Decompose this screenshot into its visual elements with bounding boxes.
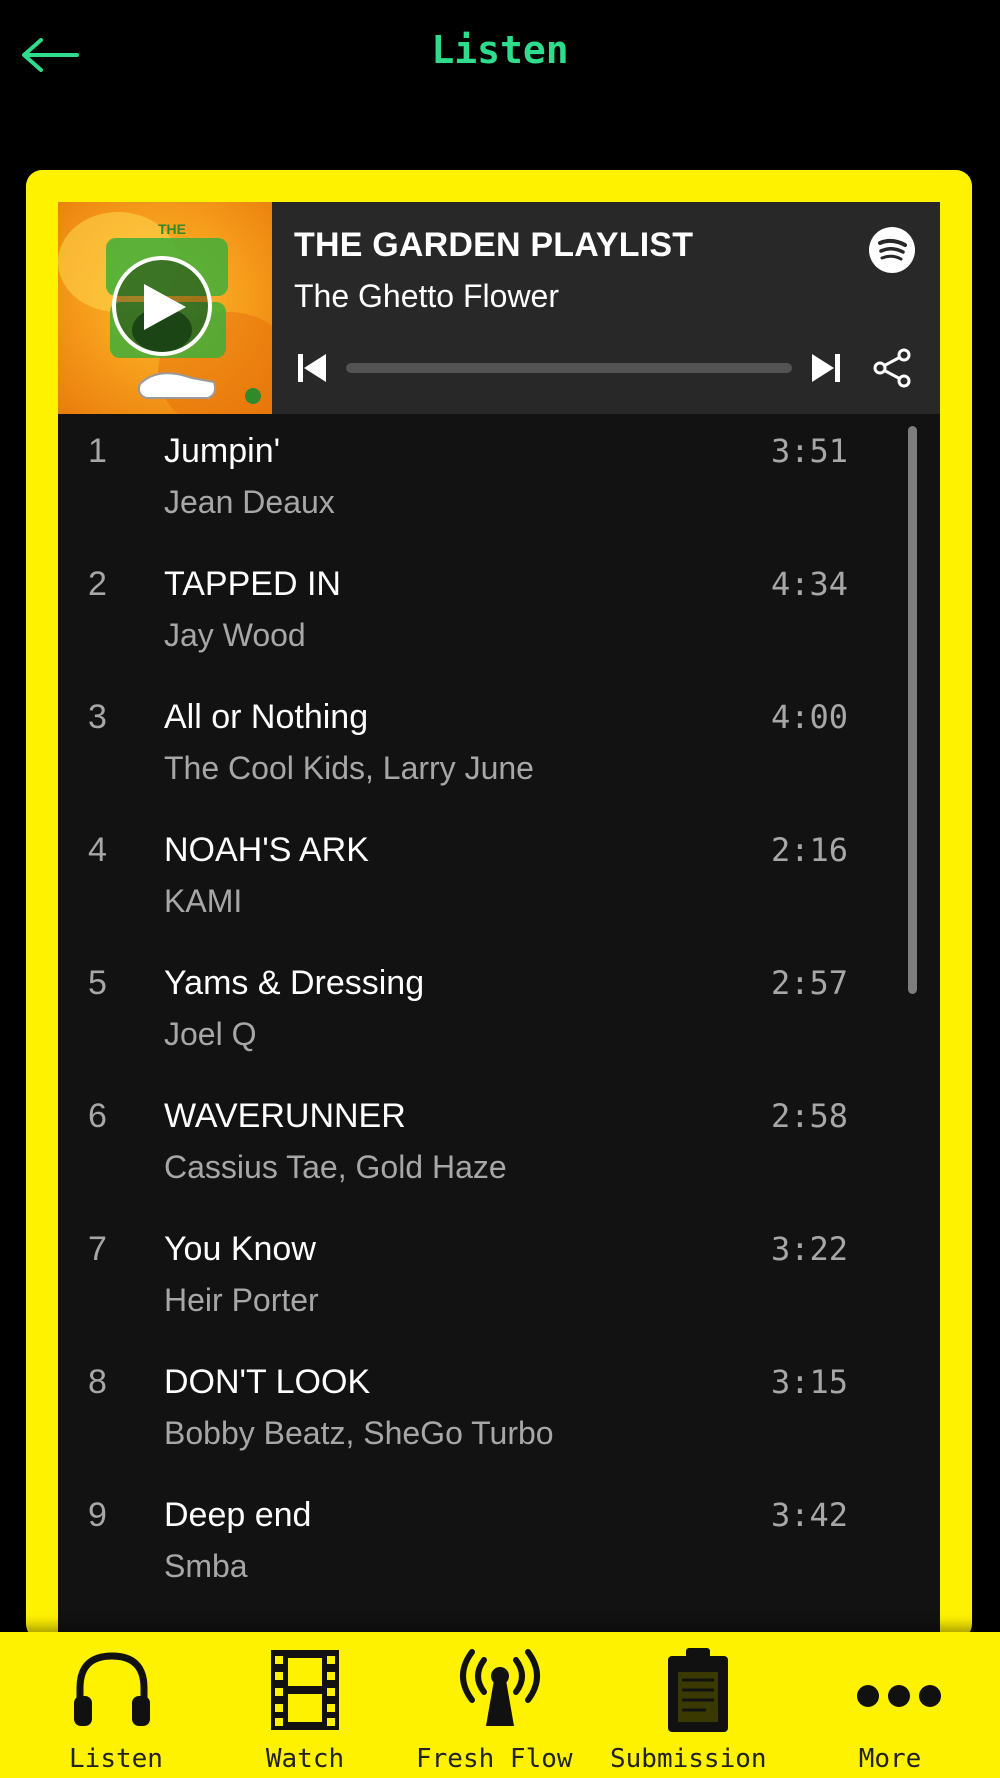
track-artist: Joel Q	[164, 1016, 257, 1052]
playlist-title: THE GARDEN PLAYLIST	[294, 226, 694, 264]
track-title: NOAH'S ARK	[164, 831, 369, 869]
player-header: THE THE GARDEN PLAYLIST The Ghetto Flowe…	[58, 202, 940, 414]
track-list-scrollbar[interactable]	[908, 426, 917, 994]
track-row[interactable]: 7 You Know Heir Porter 3:22	[58, 1212, 858, 1345]
page-title: Listen	[431, 28, 569, 72]
track-number: 1	[88, 432, 107, 470]
track-number: 6	[88, 1097, 107, 1135]
progress-bar[interactable]	[346, 363, 792, 373]
track-artist: Jean Deaux	[164, 484, 335, 520]
track-number: 2	[88, 565, 107, 603]
track-title: WAVERUNNER	[164, 1097, 406, 1135]
svg-text:THE: THE	[158, 221, 186, 237]
track-artist: Heir Porter	[164, 1282, 319, 1318]
track-title: TAPPED IN	[164, 565, 341, 603]
nav-submission[interactable]: Submission	[610, 1632, 780, 1778]
track-number: 5	[88, 964, 107, 1002]
nav-label: Fresh Flow	[416, 1744, 573, 1774]
track-row[interactable]: 6 WAVERUNNER Cassius Tae, Gold Haze 2:58	[58, 1079, 858, 1212]
nav-more[interactable]: More	[840, 1632, 960, 1778]
headphones-icon	[74, 1652, 150, 1726]
track-duration: 2:58	[770, 1097, 848, 1135]
skip-forward-icon	[812, 354, 840, 382]
track-title: DON'T LOOK	[164, 1363, 371, 1401]
nav-listen[interactable]: Listen	[40, 1632, 180, 1778]
bottom-nav: Listen Watch Fresh Flow Submission More	[0, 1632, 1000, 1778]
clipboard-icon	[668, 1648, 728, 1732]
track-number: 9	[88, 1496, 107, 1534]
broadcast-icon	[460, 1649, 540, 1726]
nav-label: Submission	[610, 1744, 767, 1774]
track-artist: The Cool Kids, Larry June	[164, 750, 534, 786]
track-duration: 3:42	[770, 1496, 848, 1534]
film-icon	[271, 1650, 339, 1730]
track-row[interactable]: 9 Deep end Smba 3:42	[58, 1478, 858, 1611]
track-duration: 3:51	[770, 432, 848, 470]
track-artist: KAMI	[164, 883, 243, 919]
next-track-button[interactable]	[806, 350, 846, 386]
spotify-embed: THE THE GARDEN PLAYLIST The Ghetto Flowe…	[58, 202, 940, 1642]
track-title: All or Nothing	[164, 698, 369, 736]
nav-label: Watch	[265, 1744, 345, 1774]
track-title: Jumpin'	[164, 432, 281, 470]
track-artist: Bobby Beatz, SheGo Turbo	[164, 1415, 554, 1451]
track-number: 8	[88, 1363, 107, 1401]
track-row[interactable]: 1 Jumpin' Jean Deaux 3:51	[58, 414, 858, 547]
track-duration: 2:57	[770, 964, 848, 1002]
track-number: 7	[88, 1230, 107, 1268]
nav-watch[interactable]: Watch	[240, 1632, 370, 1778]
track-row[interactable]: 4 NOAH'S ARK KAMI 2:16	[58, 813, 858, 946]
track-number: 3	[88, 698, 107, 736]
nav-label: More	[858, 1744, 922, 1774]
track-artist: Smba	[164, 1548, 248, 1584]
track-duration: 4:34	[770, 565, 848, 603]
track-row[interactable]: 2 TAPPED IN Jay Wood 4:34	[58, 547, 858, 680]
app-header: Listen	[0, 0, 1000, 110]
track-duration: 4:00	[770, 698, 848, 736]
playlist-owner[interactable]: The Ghetto Flower	[294, 278, 559, 315]
play-button[interactable]	[112, 256, 212, 356]
skip-back-icon	[298, 354, 326, 382]
nav-label: Listen	[69, 1744, 163, 1774]
share-icon	[873, 348, 911, 388]
playlist-cover: THE	[58, 202, 272, 414]
track-row[interactable]: 3 All or Nothing The Cool Kids, Larry Ju…	[58, 680, 858, 813]
share-button[interactable]	[870, 346, 914, 390]
track-artist: Jay Wood	[164, 617, 306, 653]
track-list: 1 Jumpin' Jean Deaux 3:51 2 TAPPED IN Ja…	[58, 414, 940, 1642]
track-duration: 3:22	[770, 1230, 848, 1268]
track-number: 4	[88, 831, 107, 869]
track-duration: 3:15	[770, 1363, 848, 1401]
track-title: You Know	[164, 1230, 316, 1268]
play-icon	[144, 284, 186, 330]
nav-fresh-flow[interactable]: Fresh Flow	[410, 1632, 588, 1778]
spotify-logo-icon[interactable]	[868, 226, 916, 274]
track-row[interactable]: 5 Yams & Dressing Joel Q 2:57	[58, 946, 858, 1079]
track-title: Deep end	[164, 1496, 312, 1534]
track-title: Yams & Dressing	[164, 964, 425, 1002]
track-artist: Cassius Tae, Gold Haze	[164, 1149, 507, 1185]
track-duration: 2:16	[770, 831, 848, 869]
more-dots-icon	[857, 1685, 941, 1707]
previous-track-button[interactable]	[294, 350, 334, 386]
track-row[interactable]: 8 DON'T LOOK Bobby Beatz, SheGo Turbo 3:…	[58, 1345, 858, 1478]
